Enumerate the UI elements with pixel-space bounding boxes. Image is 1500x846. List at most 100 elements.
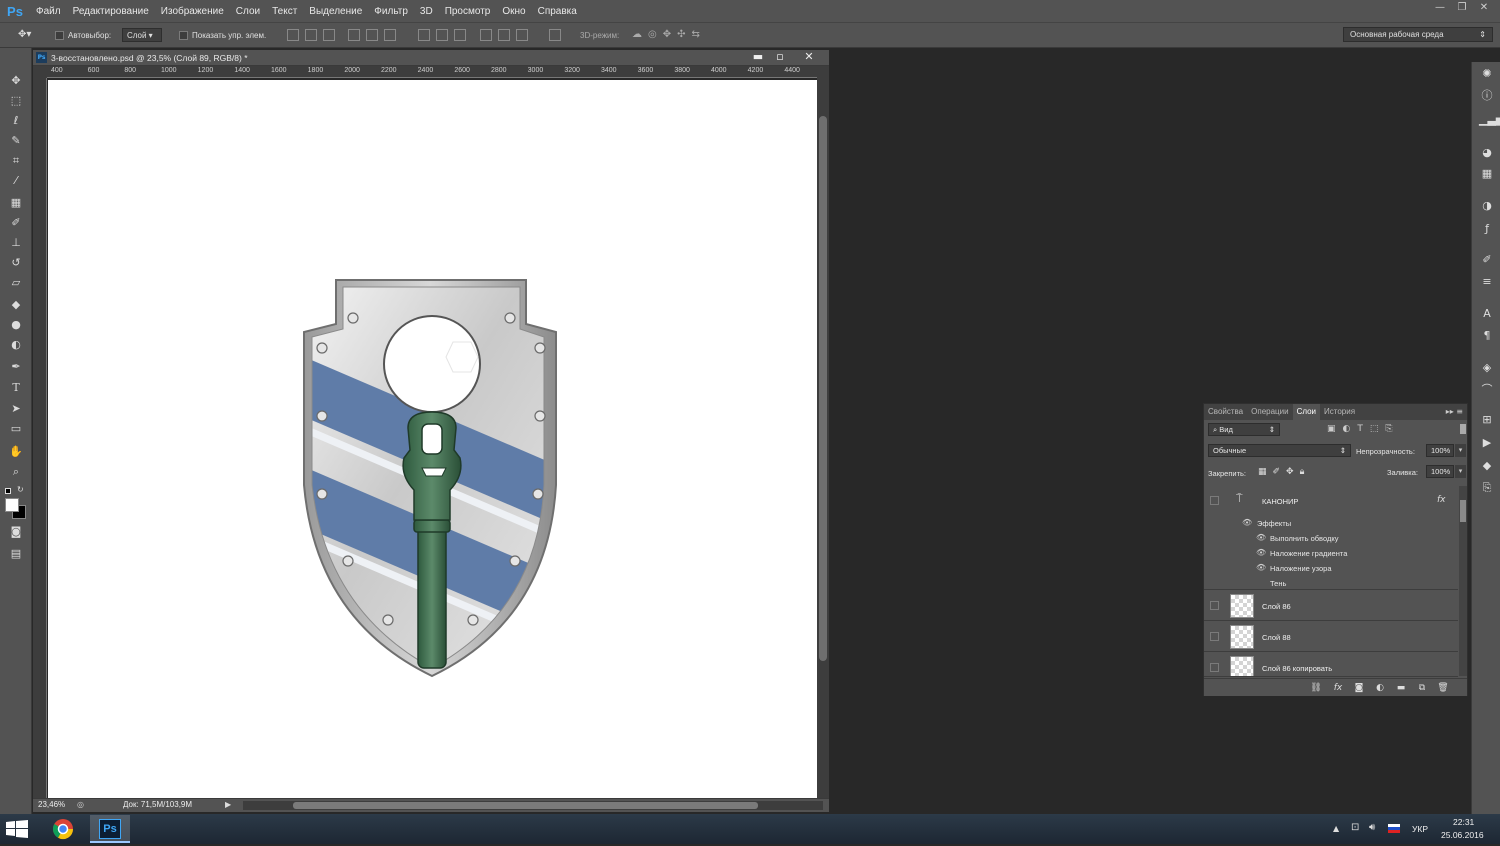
pen-tool-icon[interactable]: ✒ bbox=[6, 358, 26, 376]
layer-visibility-toggle[interactable] bbox=[1210, 663, 1219, 672]
distribute-bottom-icon[interactable] bbox=[454, 29, 466, 41]
layer-filter-icons[interactable]: ▣◐T⬚⎘ bbox=[1327, 424, 1400, 434]
blur-tool-icon[interactable]: ● bbox=[6, 316, 26, 334]
swatches-icon[interactable]: ◕ bbox=[1479, 145, 1495, 161]
new-group-icon[interactable]: ▬ bbox=[1395, 682, 1407, 694]
eyedropper-tool-icon[interactable]: ⁄ bbox=[6, 172, 26, 190]
vertical-scroll-thumb[interactable] bbox=[819, 116, 827, 661]
clock-time[interactable]: 22:31 bbox=[1453, 817, 1474, 827]
brush-tool-icon[interactable]: ✐ bbox=[6, 214, 26, 232]
link-layers-icon[interactable]: ⛓ bbox=[1310, 682, 1322, 694]
paint-bucket-tool-icon[interactable]: ◆ bbox=[6, 296, 26, 314]
align-vcenter-icon[interactable] bbox=[305, 29, 317, 41]
rectangle-tool-icon[interactable]: ▭ bbox=[6, 420, 26, 438]
effect-gradient-overlay[interactable]: Наложение градиента bbox=[1270, 549, 1347, 558]
layer-visibility-toggle[interactable] bbox=[1210, 601, 1219, 610]
tray-expand-icon[interactable]: ▲ bbox=[1333, 824, 1339, 833]
default-colors-icon[interactable] bbox=[5, 488, 11, 494]
clone-stamp-tool-icon[interactable]: ⊥ bbox=[6, 234, 26, 252]
quick-select-tool-icon[interactable]: ✎ bbox=[6, 132, 26, 150]
menu-view[interactable]: Просмотр bbox=[439, 6, 497, 17]
crop-tool-icon[interactable]: ⌗ bbox=[6, 152, 26, 170]
layer-filter-dropdown[interactable]: ⌕ Вид ⇕ bbox=[1208, 423, 1280, 436]
tab-layers[interactable]: Слои bbox=[1292, 404, 1321, 420]
tab-history[interactable]: История bbox=[1320, 404, 1359, 420]
info-icon[interactable]: ⓘ bbox=[1479, 88, 1495, 104]
doc-minimize-icon[interactable]: ▬ bbox=[749, 50, 767, 64]
brush-presets-icon[interactable]: ≡ bbox=[1479, 274, 1495, 290]
layer-fx-icon[interactable]: fx bbox=[1437, 495, 1446, 505]
lasso-tool-icon[interactable]: ℓ bbox=[6, 112, 26, 130]
layer-comps-icon[interactable]: ⎘ bbox=[1479, 480, 1495, 496]
menu-3d[interactable]: 3D bbox=[414, 6, 439, 17]
filter-toggle[interactable] bbox=[1460, 424, 1466, 434]
brush-icon[interactable]: ✐ bbox=[1479, 252, 1495, 268]
adjustment-layer-icon[interactable]: ◐ bbox=[1374, 682, 1386, 694]
layer-row-sloi-86-copy[interactable]: Слой 86 копировать bbox=[1204, 653, 1458, 677]
layer-row-sloi-86[interactable]: Слой 86 bbox=[1204, 591, 1458, 621]
layer-visibility-toggle[interactable] bbox=[1210, 496, 1219, 505]
layer-row-sloi-88[interactable]: Слой 88 bbox=[1204, 622, 1458, 652]
layers-icon[interactable]: ◆ bbox=[1479, 458, 1495, 474]
horizontal-scrollbar[interactable] bbox=[243, 801, 823, 810]
lock-icons[interactable]: ▦✐✥🔒︎ bbox=[1258, 467, 1310, 477]
fill-input[interactable]: 100% bbox=[1426, 465, 1454, 478]
status-menu-arrow-icon[interactable]: ▶ bbox=[225, 800, 231, 809]
effect-drop-shadow[interactable]: Тень bbox=[1270, 579, 1286, 588]
effect-eye-icon[interactable]: 👁︎ bbox=[1256, 548, 1266, 557]
tab-actions[interactable]: Операции bbox=[1247, 404, 1292, 420]
photoshop-taskbar-icon[interactable]: Ps bbox=[90, 815, 130, 843]
quick-mask-icon[interactable]: ◙ bbox=[6, 523, 26, 541]
menu-file[interactable]: Файл bbox=[30, 6, 67, 17]
windows-start-icon[interactable] bbox=[6, 820, 28, 838]
layers-scrollbar[interactable] bbox=[1459, 486, 1467, 676]
styles-icon[interactable]: ƒ bbox=[1479, 221, 1495, 237]
effect-stroke[interactable]: Выполнить обводку bbox=[1270, 534, 1338, 543]
align-right-icon[interactable] bbox=[384, 29, 396, 41]
close-icon[interactable]: ✕ bbox=[1474, 1, 1494, 15]
layers-scroll-thumb[interactable] bbox=[1460, 500, 1466, 522]
restore-icon[interactable]: ❐ bbox=[1452, 1, 1472, 15]
menu-filter[interactable]: Фильтр bbox=[368, 6, 414, 17]
zoom-level[interactable]: 23,46% bbox=[38, 800, 65, 809]
layer-row-kanonir[interactable]: ⍑ КАНОНИР fx 👁︎ Эффекты 👁︎ Выполнить обв… bbox=[1204, 486, 1458, 590]
document-canvas[interactable] bbox=[48, 80, 817, 798]
adjustments-icon[interactable]: ◑ bbox=[1479, 198, 1495, 214]
new-layer-icon[interactable]: ⧉ bbox=[1416, 682, 1428, 694]
menu-edit[interactable]: Редактирование bbox=[67, 6, 155, 17]
color-icon[interactable]: ✺ bbox=[1479, 66, 1495, 82]
foreground-color-swatch[interactable] bbox=[5, 498, 19, 512]
vertical-scrollbar[interactable] bbox=[817, 66, 829, 798]
distribute-left-icon[interactable] bbox=[480, 29, 492, 41]
doc-maximize-icon[interactable]: ▫ bbox=[771, 50, 789, 64]
move-tool-icon[interactable]: ✥ bbox=[6, 72, 26, 90]
move-tool-preset-icon[interactable]: ✥▾ bbox=[18, 29, 31, 40]
3d-icon[interactable]: ◈ bbox=[1479, 360, 1495, 376]
autoselect-dropdown[interactable]: Слой ▾ bbox=[122, 28, 162, 42]
menu-window[interactable]: Окно bbox=[496, 6, 531, 17]
swap-colors-icon[interactable]: ↻ bbox=[17, 485, 24, 494]
healing-brush-tool-icon[interactable]: ▦ bbox=[6, 194, 26, 212]
effect-pattern-overlay[interactable]: Наложение узора bbox=[1270, 564, 1332, 573]
add-style-icon[interactable]: fx bbox=[1332, 682, 1344, 694]
minimize-icon[interactable]: — bbox=[1430, 1, 1450, 15]
autoselect-checkbox[interactable] bbox=[55, 31, 64, 40]
align-top-icon[interactable] bbox=[287, 29, 299, 41]
menu-select[interactable]: Выделение bbox=[303, 6, 368, 17]
screen-mode-icon[interactable]: ▤ bbox=[6, 545, 26, 563]
horizontal-scroll-thumb[interactable] bbox=[293, 802, 758, 809]
menu-text[interactable]: Текст bbox=[266, 6, 303, 17]
auto-align-icon[interactable] bbox=[549, 29, 561, 41]
effects-eye-icon[interactable]: 👁︎ bbox=[1242, 518, 1252, 527]
character-icon[interactable]: A bbox=[1479, 306, 1495, 322]
align-bottom-icon[interactable] bbox=[323, 29, 335, 41]
show-transform-checkbox[interactable] bbox=[179, 31, 188, 40]
tab-properties[interactable]: Свойства bbox=[1204, 404, 1247, 420]
clock-date[interactable]: 25.06.2016 bbox=[1441, 830, 1484, 840]
document-tab[interactable]: Ps 3-восстановлено.psd @ 23,5% (Слой 89,… bbox=[33, 50, 829, 66]
blend-mode-dropdown[interactable]: Обычные ⇕ bbox=[1208, 444, 1351, 457]
layer-visibility-toggle[interactable] bbox=[1210, 632, 1219, 641]
zoom-tool-icon[interactable]: ⌕ bbox=[6, 463, 26, 481]
workspace-dropdown[interactable]: Основная рабочая среда ⇕ bbox=[1343, 27, 1493, 42]
menu-layers[interactable]: Слои bbox=[230, 6, 266, 17]
